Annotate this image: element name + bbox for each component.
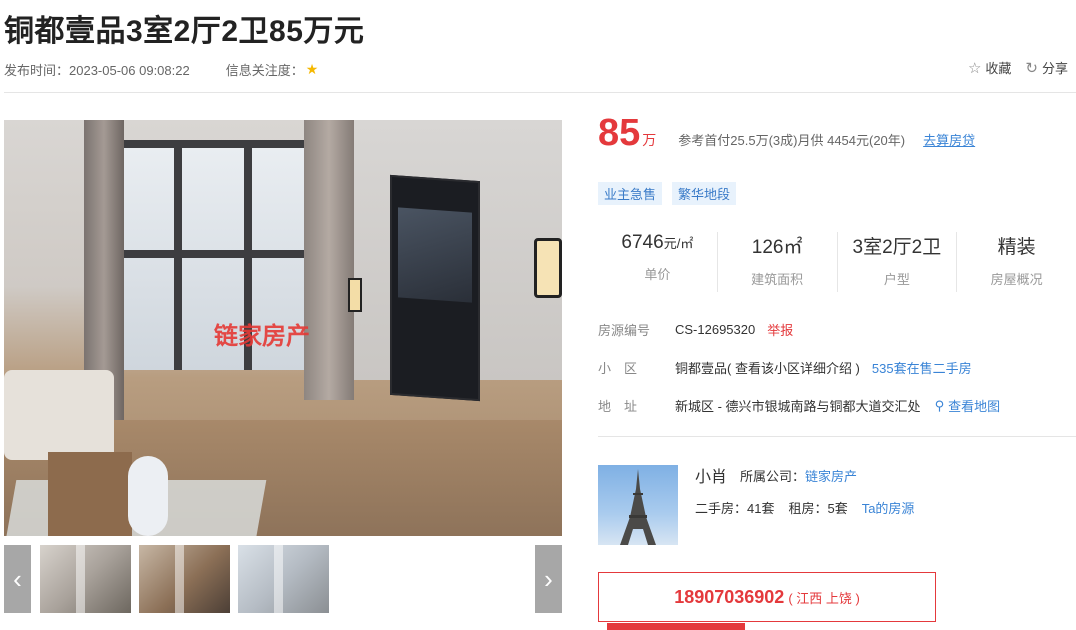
report-link[interactable]: 举报: [767, 320, 793, 339]
listing-id-row: 房源编号 CS-12695320 举报: [598, 320, 793, 339]
stats-row: 6746元/㎡ 单价 126㎡ 建筑面积 3室2厅2卫 户型 精装 房屋概况: [598, 232, 1076, 292]
attention-label: 信息关注度：: [225, 63, 304, 78]
page-title: 铜都壹品3室2厅2卫85万元: [4, 15, 365, 48]
photo-fan: [128, 456, 168, 536]
photo-lamp: [348, 278, 362, 312]
stat-value: 精装: [997, 237, 1036, 258]
agent-company-label: 所属公司：: [740, 469, 806, 484]
stat-label: 单价: [644, 267, 671, 282]
thumbnail-detail: [274, 545, 284, 613]
star-outline-icon: ☆: [967, 59, 982, 77]
agent-name: 小肖: [695, 469, 728, 486]
thumbnail-strip: ‹ ›: [4, 545, 562, 615]
tv-screen: [398, 207, 472, 303]
photo-bag: [48, 452, 132, 536]
agent-company-link[interactable]: 链家房产: [805, 469, 857, 484]
listing-id-label: 房源编号: [598, 323, 651, 338]
photo-curtain: [304, 120, 354, 400]
thumbnail-detail: [175, 545, 185, 613]
agent-company-row: 所属公司：链家房产: [740, 466, 857, 485]
phone-location: ( 江西 上饶 ): [788, 590, 860, 606]
section-divider: [598, 436, 1076, 437]
stat-unit: 元/㎡: [663, 236, 694, 251]
address-row: 地 址 新城区 - 德兴市银城南路与铜都大道交汇处 ⚲ 查看地图: [598, 396, 1000, 415]
price-row: 85 万 参考首付25.5万(3成)月供 4454元(20年) 去算房贷: [598, 112, 975, 155]
price-amount: 85: [598, 112, 641, 154]
phone-box[interactable]: 18907036902 ( 江西 上饶 ): [598, 572, 936, 622]
photo-tv: [390, 174, 480, 402]
star-icon: ★: [305, 61, 319, 77]
community-label: 小 区: [598, 361, 638, 376]
main-photo[interactable]: 链家房产: [4, 120, 562, 536]
window-frame: [114, 140, 314, 148]
address-label: 地 址: [598, 399, 638, 414]
payment-reference: 参考首付25.5万(3成)月供 4454元(20年): [678, 133, 906, 148]
stat-label: 房屋概况: [990, 272, 1043, 287]
stat-value: 3室2厅2卫: [852, 237, 942, 258]
phone-number: 18907036902: [674, 586, 785, 607]
listing-id-value: CS-12695320: [675, 322, 756, 337]
view-map-link[interactable]: 查看地图: [948, 396, 1000, 415]
community-value[interactable]: 铜都壹品( 查看该小区详细介绍 ): [675, 358, 860, 377]
agent-avatar[interactable]: [598, 465, 678, 545]
chevron-left-icon: ‹: [13, 563, 22, 594]
stat-unit-price: 6746元/㎡ 单价: [598, 232, 718, 292]
agent-rent-count: 租房：5套: [788, 501, 848, 516]
tag-list: 业主急售 繁华地段: [598, 182, 737, 205]
tag: 业主急售: [598, 182, 663, 205]
stat-area: 126㎡ 建筑面积: [718, 232, 838, 292]
stat-layout: 3室2厅2卫 户型: [838, 232, 958, 292]
thumbnail[interactable]: [139, 545, 230, 613]
window-frame: [114, 250, 314, 258]
thumbnail[interactable]: [40, 545, 131, 613]
favorite-button[interactable]: ☆ 收藏: [968, 58, 1011, 77]
agent-second-hand-count: 二手房：41套: [695, 501, 775, 516]
stat-number: 6746: [621, 232, 664, 253]
next-photo-button[interactable]: ›: [535, 545, 562, 613]
publish-time: 发布时间：2023-05-06 09:08:22: [4, 63, 190, 78]
map-pin-icon: ⚲: [934, 397, 945, 413]
share-button[interactable]: ↻ 分享: [1025, 58, 1068, 77]
window-frame: [174, 140, 182, 370]
header-divider: [4, 92, 1076, 93]
address-value: 新城区 - 德兴市银城南路与铜都大道交汇处: [675, 399, 921, 414]
photo-sofa: [4, 370, 114, 460]
meta-row: 发布时间：2023-05-06 09:08:22 信息关注度： ★: [4, 60, 318, 79]
thumbnail-detail: [76, 545, 86, 613]
photo-watermark: 链家房产: [214, 323, 310, 350]
eiffel-tower-image: [620, 469, 656, 545]
agent-listings-link[interactable]: Ta的房源: [862, 498, 915, 517]
stat-condition: 精装 房屋概况: [957, 232, 1076, 292]
contact-button-edge[interactable]: [607, 623, 745, 630]
tag: 繁华地段: [672, 182, 737, 205]
share-icon: ↻: [1025, 59, 1038, 77]
photo-lamp: [534, 238, 562, 298]
community-row: 小 区 铜都壹品( 查看该小区详细介绍 ) 535套在售二手房: [598, 358, 972, 377]
header-actions: ☆ 收藏 ↻ 分享: [968, 58, 1068, 77]
stat-label: 建筑面积: [751, 272, 804, 287]
chevron-right-icon: ›: [544, 563, 553, 594]
thumbnail[interactable]: [238, 545, 329, 613]
price-unit: 万: [642, 132, 657, 148]
stat-value: 6746元/㎡: [598, 232, 717, 254]
agent-stats: 二手房：41套 租房：5套 Ta的房源: [695, 498, 914, 517]
stat-label: 户型: [883, 272, 910, 287]
favorite-label: 收藏: [985, 61, 1012, 76]
share-label: 分享: [1041, 61, 1068, 76]
community-listings-link[interactable]: 535套在售二手房: [872, 358, 972, 377]
stat-value: 126㎡: [751, 237, 803, 258]
prev-photo-button[interactable]: ‹: [4, 545, 31, 613]
loan-calculator-link[interactable]: 去算房贷: [923, 130, 975, 149]
